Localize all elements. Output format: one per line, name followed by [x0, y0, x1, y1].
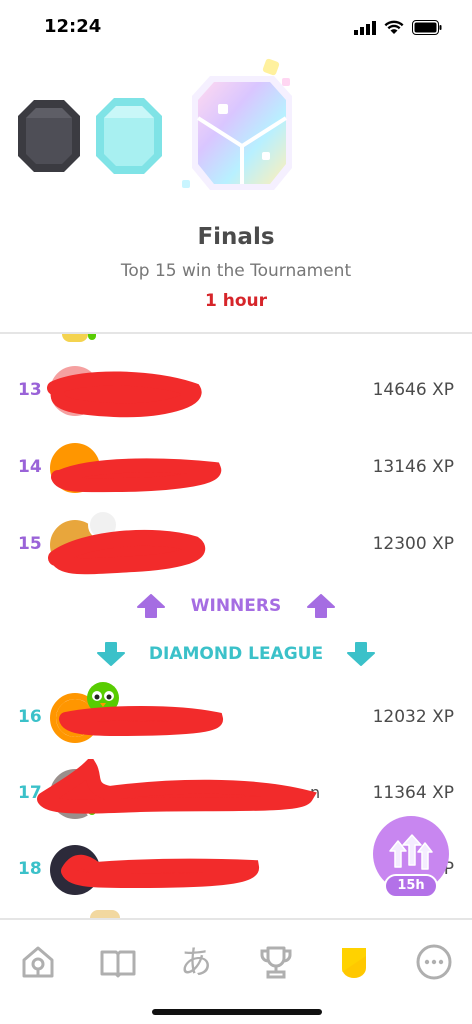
- league-shield-icon: [342, 948, 366, 978]
- home-icon: [22, 946, 54, 978]
- battery-icon: [412, 20, 442, 35]
- arrow-down-icon: [96, 642, 125, 666]
- tab-learn[interactable]: [16, 940, 60, 984]
- avatar: [50, 443, 100, 493]
- trophy-icon: [260, 946, 292, 979]
- partial-name: n: [310, 783, 321, 802]
- diamond-league-icon: [96, 98, 162, 174]
- chest-arrows-icon: [389, 834, 433, 870]
- status-time: 12:24: [44, 16, 102, 37]
- tab-leagues[interactable]: [332, 940, 376, 984]
- partial-avatar: [62, 334, 88, 342]
- league-time-left: 1 hour: [204, 291, 267, 311]
- partial-avatar: [90, 910, 120, 918]
- obsidian-league-icon: [18, 100, 80, 172]
- arrow-up-icon: [307, 594, 336, 618]
- arrow-down-icon: [347, 642, 376, 666]
- leaderboard-row[interactable]: 16 12032 XP: [0, 682, 472, 753]
- tab-more[interactable]: [412, 940, 456, 984]
- rank: 13: [18, 380, 42, 400]
- arrow-up-icon: [136, 594, 165, 618]
- xp-value: 11364 XP: [372, 783, 454, 803]
- rank: 16: [18, 707, 42, 727]
- xp-value: 14646 XP: [372, 380, 454, 400]
- rank: 18: [18, 859, 42, 879]
- home-indicator: [152, 1009, 322, 1015]
- winners-label: WINNERS: [190, 596, 282, 616]
- diamond-league-label: DIAMOND LEAGUE: [148, 644, 324, 664]
- xp-value: 12300 XP: [372, 534, 454, 554]
- tab-characters[interactable]: あ: [174, 940, 218, 984]
- avatar: [50, 845, 100, 895]
- avatar: [50, 366, 100, 416]
- leaderboard-row[interactable]: 14 13146 XP: [0, 433, 472, 503]
- character-icon: あ: [179, 943, 212, 981]
- league-header: Finals Top 15 win the Tournament 1 hour: [0, 56, 472, 334]
- rank: 17: [18, 783, 42, 803]
- rank: 14: [18, 457, 42, 477]
- league-title: Finals: [197, 224, 275, 250]
- league-subtitle: Top 15 win the Tournament: [120, 261, 352, 281]
- book-icon: [100, 950, 136, 978]
- chest-timer: 15h: [384, 874, 438, 898]
- online-dot: [86, 805, 98, 817]
- promotion-zone-label: WINNERS: [0, 590, 472, 622]
- tab-stories[interactable]: [96, 940, 140, 984]
- signal-icon: [354, 20, 376, 35]
- more-icon: [416, 944, 452, 980]
- sticker-badge: [88, 510, 118, 540]
- tournament-gem-icon: [182, 58, 292, 190]
- xp-value: 12032 XP: [372, 707, 454, 727]
- rank: 15: [18, 534, 42, 554]
- wifi-icon: [384, 20, 404, 34]
- leaderboard-row[interactable]: 13 14646 XP: [0, 356, 472, 426]
- status-bar: 12:24: [0, 0, 472, 56]
- online-dot: [88, 334, 96, 340]
- xp-value: 13146 XP: [372, 457, 454, 477]
- status-icons: [354, 20, 442, 35]
- tab-trophies[interactable]: [254, 940, 298, 984]
- leaderboard-row[interactable]: 15 12300 XP: [0, 510, 472, 580]
- duo-owl-icon: [87, 682, 119, 714]
- demotion-zone-label: DIAMOND LEAGUE: [0, 638, 472, 670]
